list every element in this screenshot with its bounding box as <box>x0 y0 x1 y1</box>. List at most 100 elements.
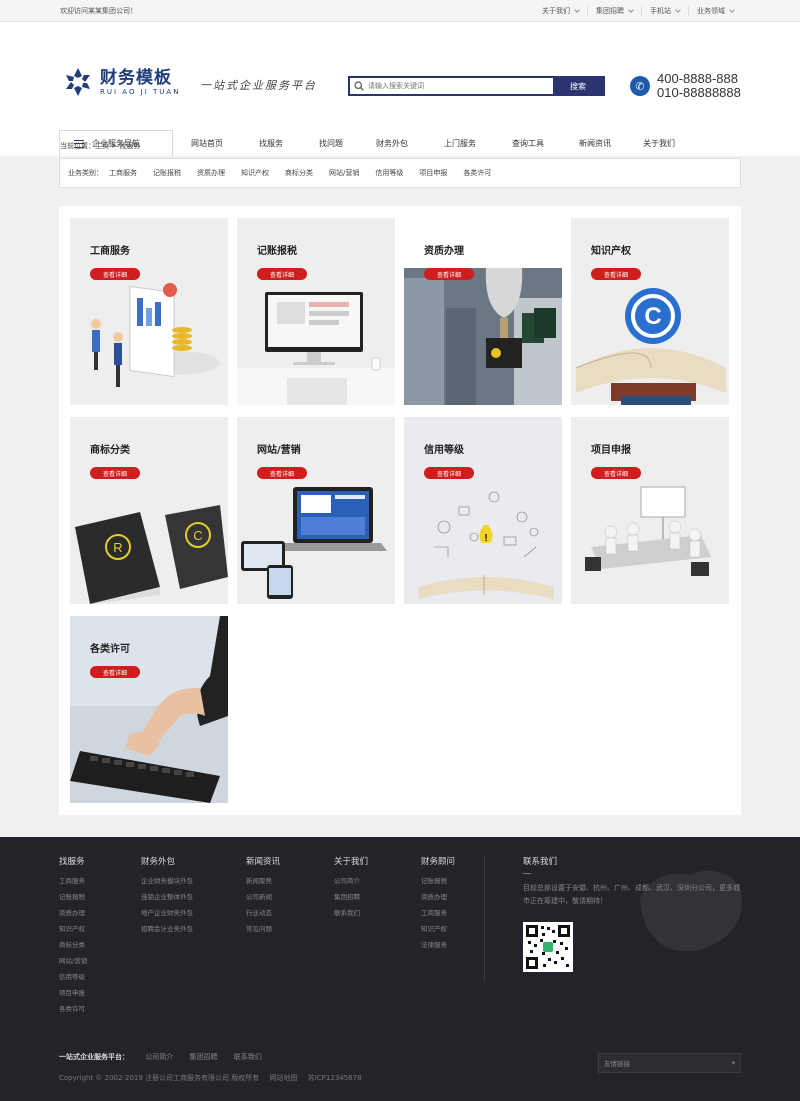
logo-title: 财务模板 <box>100 67 172 88</box>
filter-item[interactable]: 信用等级 <box>375 168 403 178</box>
footer-link[interactable]: 新闻聚焦 <box>246 877 280 885</box>
service-card[interactable]: C 知识产权 查看详细 <box>571 218 729 405</box>
card-title: 信用等级 <box>424 445 464 456</box>
contact-description: 目前总部设置于安徽、杭州、广州、成都、武汉、深圳分公司，更多城市正在筹建中，敬请… <box>523 884 740 905</box>
footer-link[interactable]: 知识产权 <box>421 925 455 933</box>
footer-link[interactable]: 记账报税 <box>421 877 455 885</box>
top-link-about[interactable]: 关于我们 <box>534 6 587 16</box>
footer-link[interactable]: 各类许可 <box>59 1005 87 1013</box>
view-details-button[interactable]: 查看详细 <box>424 268 474 280</box>
footer-link[interactable]: 连锁企业整体外包 <box>141 893 193 901</box>
filter-item[interactable]: 各类许可 <box>463 168 491 178</box>
footer-link[interactable]: 联系我们 <box>334 909 368 917</box>
top-link-business[interactable]: 业务领域 <box>688 6 742 16</box>
bottom-link[interactable]: 公司简介 <box>145 1053 173 1061</box>
chevron-down-icon <box>729 7 735 13</box>
footer-link[interactable]: 行业动态 <box>246 909 280 917</box>
service-card[interactable]: 网站/营销 查看详细 <box>237 417 395 604</box>
footer-link[interactable]: 工商服务 <box>59 877 87 885</box>
svg-text:C: C <box>193 528 202 543</box>
top-bar: 欢迎访问某某集团公司！ 关于我们 集团招聘 手机站 业务领域 <box>0 0 800 22</box>
filter-item[interactable]: 记账报税 <box>153 168 181 178</box>
card-title: 网站/营销 <box>257 445 301 456</box>
bottom-link[interactable]: 联系我们 <box>234 1053 262 1061</box>
service-card[interactable]: R C 商标分类 查看详细 <box>70 417 228 604</box>
filter-item[interactable]: 商标分类 <box>285 168 313 178</box>
nav-item-home[interactable]: 网站首页 <box>175 132 239 156</box>
search-input[interactable] <box>368 78 553 94</box>
welcome-text: 欢迎访问某某集团公司！ <box>60 7 137 15</box>
nav-item-news[interactable]: 新闻资讯 <box>561 132 629 156</box>
nav-item-services[interactable]: 找服务 <box>239 132 303 156</box>
view-details-button[interactable]: 查看详细 <box>90 467 140 479</box>
filter-item[interactable]: 项目申报 <box>419 168 447 178</box>
view-details-button[interactable]: 查看详细 <box>90 666 140 678</box>
footer-col-title: 财务外包 <box>141 857 176 867</box>
top-link-jobs[interactable]: 集团招聘 <box>587 6 641 16</box>
footer-link[interactable]: 商标分类 <box>59 941 87 949</box>
footer-link[interactable]: 资质办理 <box>421 893 455 901</box>
search-icon <box>350 78 368 94</box>
footer-link[interactable]: 企业财务模块外包 <box>141 877 193 885</box>
nav-item-outsourcing[interactable]: 财务外包 <box>359 132 425 156</box>
service-card[interactable]: 工商服务 查看详细 <box>70 218 228 405</box>
service-card[interactable]: 各类许可 查看详细 <box>70 616 228 803</box>
footer-link[interactable]: 常见问题 <box>246 925 280 933</box>
filter-item[interactable]: 工商服务 <box>109 168 137 178</box>
filter-item[interactable]: 资质办理 <box>197 168 225 178</box>
chevron-down-icon <box>628 7 634 13</box>
footer-link[interactable]: 项目申报 <box>59 989 87 997</box>
footer-link[interactable]: 集团招聘 <box>334 893 368 901</box>
bottom-link[interactable]: 集团招聘 <box>189 1053 217 1061</box>
footer-link[interactable]: 网站/营销 <box>59 957 87 965</box>
svg-text:R: R <box>113 540 122 555</box>
nav-item-onsite[interactable]: 上门服务 <box>425 132 495 156</box>
footer-link[interactable]: 公司简介 <box>334 877 368 885</box>
footer-link[interactable]: 知识产权 <box>59 925 87 933</box>
nav-item-tools[interactable]: 查询工具 <box>495 132 561 156</box>
icp-number[interactable]: 苏ICP12345678 <box>308 1074 362 1082</box>
service-grid: 工商服务 查看详细 记账报税 查看详细 资质办理 查看详细 C 知识产权 查看详… <box>59 206 741 815</box>
qr-code-icon <box>523 922 573 972</box>
phone-block: ✆ 400-8888-888 010-88888888 <box>630 72 741 100</box>
footer-link[interactable]: 公司新闻 <box>246 893 280 901</box>
nav-item-about[interactable]: 关于我们 <box>629 132 689 156</box>
service-card[interactable]: 项目申报 查看详细 <box>571 417 729 604</box>
view-details-button[interactable]: 查看详细 <box>591 268 641 280</box>
footer-link[interactable]: 法律服务 <box>421 941 455 949</box>
service-card[interactable]: 记账报税 查看详细 <box>237 218 395 405</box>
service-card[interactable]: 资质办理 查看详细 <box>404 218 562 405</box>
phone-number-primary: 400-8888-888 <box>657 71 738 86</box>
view-details-button[interactable]: 查看详细 <box>90 268 140 280</box>
footer-col-news: 新闻资讯 新闻聚焦 公司新闻 行业动态 常见问题 <box>246 855 280 941</box>
footer-col-title: 新闻资讯 <box>246 857 281 867</box>
view-details-button[interactable]: 查看详细 <box>257 268 307 280</box>
view-details-button[interactable]: 查看详细 <box>591 467 641 479</box>
friend-links-label: 友情链接 <box>604 1060 630 1068</box>
sitemap-link[interactable]: 网站地图 <box>270 1074 298 1082</box>
footer-link[interactable]: 信用等级 <box>59 973 87 981</box>
footer-link[interactable]: 记账报税 <box>59 893 87 901</box>
footer-col-services: 找服务 工商服务 记账报税 资质办理 知识产权 商标分类 网站/营销 信用等级 … <box>59 855 87 1021</box>
friend-links-select[interactable]: 友情链接 ▾ <box>598 1053 741 1073</box>
top-link-mobile[interactable]: 手机站 <box>641 6 688 16</box>
footer-link[interactable]: 工商服务 <box>421 909 455 917</box>
filter-item[interactable]: 知识产权 <box>241 168 269 178</box>
footer-col-outsourcing: 财务外包 企业财务模块外包 连锁企业整体外包 地产企业财务外包 招聘会计业务外包 <box>141 855 193 941</box>
service-card[interactable]: ! 信用等级 查看详细 <box>404 417 562 604</box>
view-details-button[interactable]: 查看详细 <box>257 467 307 479</box>
logo[interactable]: 财务模板 RUI AO JI TUAN <box>62 66 180 98</box>
footer-col-about: 关于我们 公司简介 集团招聘 联系我们 <box>334 855 368 925</box>
chevron-down-icon <box>675 7 681 13</box>
nav-item-questions[interactable]: 找问题 <box>303 132 359 156</box>
footer-link[interactable]: 地产企业财务外包 <box>141 909 193 917</box>
breadcrumb: 当前位置：主页 > 找服务 <box>60 142 141 150</box>
footer-link[interactable]: 资质办理 <box>59 909 87 917</box>
search-button[interactable]: 搜索 <box>553 78 603 94</box>
card-title: 各类许可 <box>90 644 130 655</box>
logo-icon <box>62 66 94 98</box>
view-details-button[interactable]: 查看详细 <box>424 467 474 479</box>
footer-col-title: 财务顾问 <box>421 857 456 867</box>
filter-item[interactable]: 网站/营销 <box>329 168 359 178</box>
footer-link[interactable]: 招聘会计业务外包 <box>141 925 193 933</box>
